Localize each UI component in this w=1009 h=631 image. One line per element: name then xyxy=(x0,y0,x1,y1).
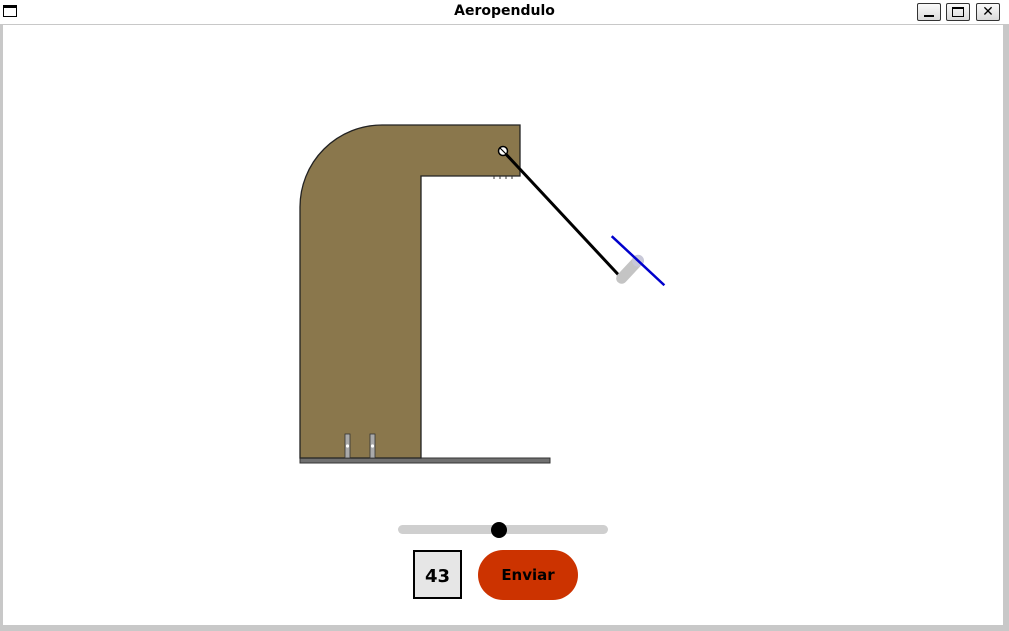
close-icon: ✕ xyxy=(982,4,994,20)
main-canvas: 43 Enviar xyxy=(3,25,1003,625)
minimize-icon xyxy=(924,15,934,17)
close-button[interactable]: ✕ xyxy=(976,3,1000,21)
minimize-button[interactable] xyxy=(917,3,941,21)
motor-assembly xyxy=(610,235,666,287)
maximize-icon xyxy=(952,7,964,17)
app-window: Aeropendulo ✕ 43 Enviar xyxy=(0,0,1009,631)
title-bar[interactable]: Aeropendulo ✕ xyxy=(0,0,1009,24)
angle-value-display: 43 xyxy=(413,550,462,599)
angle-slider-thumb[interactable] xyxy=(490,522,507,538)
support-frame xyxy=(299,124,521,459)
base-plate xyxy=(299,457,551,464)
maximize-button[interactable] xyxy=(946,3,970,21)
pendulum-arm xyxy=(501,149,623,280)
send-button[interactable]: Enviar xyxy=(478,550,578,600)
pivot-icon xyxy=(497,145,509,157)
window-title: Aeropendulo xyxy=(454,3,555,19)
